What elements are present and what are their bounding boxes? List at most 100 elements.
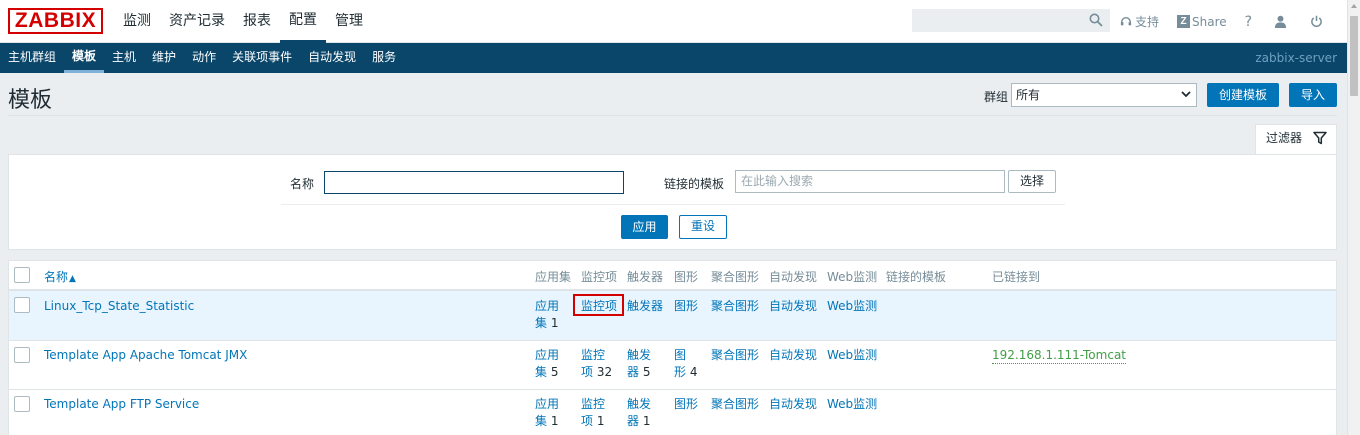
zabbix-logo[interactable]: ZABBIX bbox=[8, 8, 103, 34]
discovery-link[interactable]: 自动发现 bbox=[769, 347, 817, 364]
filter-name-label: 名称 bbox=[290, 177, 315, 191]
sub-menu-bar: 主机群组 模板 主机 维护 动作 关联项事件 自动发现 服务 zabbix-se… bbox=[0, 43, 1347, 73]
template-name-link[interactable]: Linux_Tcp_State_Statistic bbox=[44, 298, 194, 315]
table-row: Linux_Tcp_State_Statistic 应用集 1 监控项 触发器 … bbox=[9, 291, 1336, 340]
graphs-link[interactable]: 图形 bbox=[674, 396, 698, 413]
main-menu-reports[interactable]: 报表 bbox=[234, 0, 280, 43]
applications-link-label-cont: 集 bbox=[535, 316, 548, 330]
triggers-count: 5 bbox=[642, 365, 651, 379]
column-header-web: Web监测 bbox=[827, 270, 878, 284]
sub-menu-correlation[interactable]: 关联项事件 bbox=[224, 43, 300, 73]
row-checkbox[interactable] bbox=[14, 396, 30, 412]
applications-link[interactable]: 应用集 5 bbox=[535, 347, 567, 381]
column-header-graphs: 图形 bbox=[674, 270, 699, 284]
top-bar: ZABBIX 监测 资产记录 报表 配置 管理 支持 Z Share ? bbox=[0, 0, 1347, 43]
filter-linked-templates-input[interactable]: 在此输入搜索 bbox=[735, 170, 1005, 193]
sub-menu-host-groups[interactable]: 主机群组 bbox=[0, 43, 64, 73]
sub-menu-services[interactable]: 服务 bbox=[364, 43, 404, 73]
discovery-link[interactable]: 自动发现 bbox=[769, 298, 817, 315]
sub-menu-discovery[interactable]: 自动发现 bbox=[300, 43, 364, 73]
row-checkbox[interactable] bbox=[14, 297, 30, 313]
main-menu-inventory[interactable]: 资产记录 bbox=[160, 0, 234, 43]
column-header-applications: 应用集 bbox=[535, 270, 572, 284]
main-menu-administration[interactable]: 管理 bbox=[326, 0, 372, 43]
filter-panel: 名称 链接的模板 在此输入搜索 选择 应用 重设 bbox=[8, 154, 1337, 250]
select-button[interactable]: 选择 bbox=[1008, 170, 1056, 193]
applications-link-label-cont: 集 bbox=[535, 414, 548, 428]
triggers-link-label: 触发 bbox=[627, 348, 652, 362]
web-link[interactable]: Web监测 bbox=[827, 298, 877, 315]
main-menu-monitoring[interactable]: 监测 bbox=[114, 0, 160, 43]
reset-button[interactable]: 重设 bbox=[679, 215, 727, 239]
triggers-link-label: 触发 bbox=[627, 397, 652, 411]
sub-menu-hosts[interactable]: 主机 bbox=[104, 43, 144, 73]
help-link[interactable]: ? bbox=[1245, 14, 1252, 30]
chevron-down-icon bbox=[1181, 91, 1191, 98]
applications-link[interactable]: 应用集 1 bbox=[535, 298, 567, 332]
applications-count: 1 bbox=[550, 414, 559, 428]
filter-linked-templates-label: 链接的模板 bbox=[664, 177, 725, 191]
search-input[interactable] bbox=[912, 9, 1110, 32]
filter-tab[interactable]: 过滤器 bbox=[1255, 124, 1337, 155]
scroll-up-arrow-icon[interactable] bbox=[1351, 4, 1357, 8]
profile-link[interactable] bbox=[1274, 15, 1290, 28]
column-header-screens: 聚合图形 bbox=[711, 270, 760, 284]
template-name-link[interactable]: Template App Apache Tomcat JMX bbox=[44, 347, 247, 364]
screens-link[interactable]: 聚合图形 bbox=[711, 298, 759, 315]
applications-link-label: 应用 bbox=[535, 397, 560, 411]
screens-link[interactable]: 聚合图形 bbox=[711, 396, 759, 413]
triggers-link[interactable]: 触发器 1 bbox=[627, 396, 663, 430]
header-tools: 支持 Z Share ? bbox=[1120, 0, 1344, 43]
support-link[interactable]: 支持 bbox=[1120, 13, 1159, 30]
scrollbar-thumb[interactable] bbox=[1350, 16, 1358, 96]
web-link[interactable]: Web监测 bbox=[827, 347, 877, 364]
main-menu-configuration[interactable]: 配置 bbox=[280, 0, 326, 43]
apply-button[interactable]: 应用 bbox=[621, 215, 668, 239]
column-header-linked-templates: 链接的模板 bbox=[886, 270, 947, 284]
column-name-label: 名称 bbox=[44, 270, 69, 284]
column-header-name[interactable]: 名称▲ bbox=[44, 268, 76, 285]
select-all-checkbox[interactable] bbox=[14, 267, 30, 283]
triggers-count: 1 bbox=[642, 414, 651, 428]
applications-link[interactable]: 应用集 1 bbox=[535, 396, 567, 430]
graphs-link[interactable]: 图形 4 bbox=[674, 347, 704, 381]
vertical-scrollbar[interactable] bbox=[1347, 0, 1360, 435]
share-z-icon: Z bbox=[1177, 15, 1191, 28]
column-header-discovery: 自动发现 bbox=[769, 270, 818, 284]
share-link[interactable]: Z Share bbox=[1177, 15, 1227, 29]
user-icon bbox=[1275, 15, 1287, 28]
sub-menu-actions[interactable]: 动作 bbox=[184, 43, 224, 73]
sub-menu-maintenance[interactable]: 维护 bbox=[144, 43, 184, 73]
items-link[interactable]: 监控项 32 bbox=[581, 347, 621, 381]
templates-table: 名称▲ 应用集 监控项 触发器 图形 聚合图形 自动发现 Web监测 链接的模板… bbox=[8, 260, 1337, 435]
graphs-link[interactable]: 图形 bbox=[674, 298, 698, 315]
items-link-label-cont: 项 bbox=[581, 365, 594, 379]
create-template-button[interactable]: 创建模板 bbox=[1207, 83, 1279, 107]
triggers-link-label-cont: 器 bbox=[627, 365, 640, 379]
share-label: Share bbox=[1192, 14, 1227, 29]
search-icon[interactable] bbox=[1089, 13, 1103, 27]
triggers-link[interactable]: 触发器 5 bbox=[627, 347, 663, 381]
items-link-label-cont: 项 bbox=[581, 414, 594, 428]
discovery-link[interactable]: 自动发现 bbox=[769, 396, 817, 413]
screens-link[interactable]: 聚合图形 bbox=[711, 347, 759, 364]
sub-menu-templates[interactable]: 模板 bbox=[64, 43, 105, 73]
linked-host-link[interactable]: 192.168.1.111-Tomcat bbox=[992, 348, 1126, 364]
filter-separator bbox=[281, 204, 1065, 205]
template-name-link[interactable]: Template App FTP Service bbox=[44, 396, 199, 413]
items-link[interactable]: 监控项 1 bbox=[581, 396, 621, 430]
items-link-label: 监控 bbox=[581, 397, 606, 411]
table-row: Template App Apache Tomcat JMX 应用集 5 监控项… bbox=[9, 341, 1336, 390]
group-label: 群组 bbox=[984, 90, 1009, 104]
items-link[interactable]: 监控项 bbox=[581, 298, 617, 315]
web-link[interactable]: Web监测 bbox=[827, 396, 877, 413]
row-checkbox[interactable] bbox=[14, 347, 30, 363]
logout-link[interactable] bbox=[1310, 15, 1326, 28]
applications-link-label-cont: 集 bbox=[535, 365, 548, 379]
triggers-link[interactable]: 触发器 bbox=[627, 298, 663, 315]
import-button[interactable]: 导入 bbox=[1289, 83, 1337, 107]
filter-name-input[interactable] bbox=[324, 171, 624, 194]
group-select[interactable]: 所有 bbox=[1011, 83, 1197, 107]
support-label: 支持 bbox=[1135, 15, 1160, 29]
table-row: Template App FTP Service 应用集 1 监控项 1 触发器… bbox=[9, 390, 1336, 435]
